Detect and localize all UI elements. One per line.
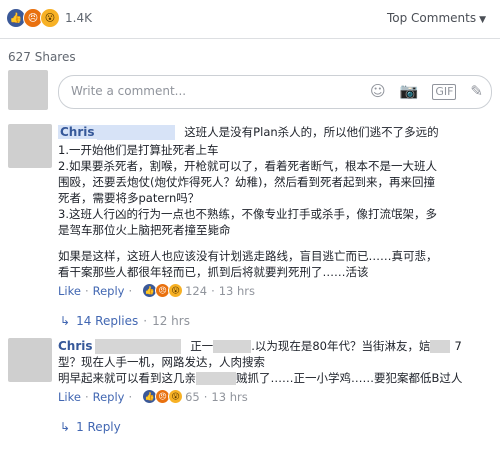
replies-timestamp: 12 hrs xyxy=(152,314,190,328)
avatar xyxy=(8,70,48,110)
wow-reaction-icon: 😮 xyxy=(168,389,184,404)
comment-line: 2.如果要杀死者，割喉，开枪就可以了，看着死者断气，根本不是一大班人 xyxy=(58,159,437,173)
comment-reaction-count: 65 xyxy=(185,389,200,404)
comment-reactions[interactable]: 👍 😠 😮 xyxy=(142,389,184,404)
reply-arrow-icon: ↳ xyxy=(60,314,71,328)
commenter-name[interactable]: Chris xyxy=(58,339,93,353)
comment-composer: Write a comment... ☺ 📷 GIF ✎ xyxy=(8,68,492,118)
comment-timestamp[interactable]: 13 hrs xyxy=(219,284,255,298)
comment-line: 围殴，还要丢炮仗(炮仗炸得死人？幼稚)，然后看到死者起到来，再来回撞 xyxy=(58,175,435,189)
shares-count[interactable]: 627 Shares xyxy=(8,50,76,64)
comment-text: 7 xyxy=(454,339,462,353)
name-redaction xyxy=(94,339,181,354)
top-comments-label: Top Comments xyxy=(386,11,477,25)
comment-line: 是驾车那位火上脑把死者撞至毙命 xyxy=(58,223,231,237)
comment-actions: Like · Reply · 👍 😠 😮 65 · 13 hrs xyxy=(58,389,248,404)
reaction-summary[interactable]: 👍 😠 😮 1.4K xyxy=(6,8,92,28)
sticker-icon[interactable]: ✎ xyxy=(470,82,483,100)
comment-text: 这班人是没有Plan杀人的，所以他们逃不了多远的 xyxy=(184,125,439,139)
comment-line: 死者，需要将多patern吗？ xyxy=(58,191,200,205)
reaction-count: 1.4K xyxy=(65,11,92,25)
camera-icon[interactable]: 📷 xyxy=(400,82,419,100)
like-link[interactable]: Like xyxy=(58,390,81,404)
text-redaction xyxy=(196,372,236,385)
comment-line: 型？现在人手一机，网路发达，人肉搜索 xyxy=(58,355,265,369)
comment-text: 贼抓了……正一小学鸡……要犯案都低B过人 xyxy=(236,371,463,385)
comment-input[interactable]: Write a comment... ☺ 📷 GIF ✎ xyxy=(58,75,492,109)
comment-text: 明早起来就可以看到这几亲 xyxy=(58,371,196,385)
text-redaction xyxy=(213,340,252,353)
reply-arrow-icon: ↳ xyxy=(60,420,71,434)
comment-line: 如果是这样，这班人也应该没有计划逃走路线，盲目逃亡而已……真可悲， xyxy=(58,249,438,263)
reaction-bar: 👍 😠 😮 1.4K Top Comments ▼ xyxy=(0,0,500,39)
emoji-icon[interactable]: ☺ xyxy=(370,82,386,100)
chevron-down-icon: ▼ xyxy=(479,15,486,25)
comment-text: .以为现在是80年代？当街淋友，娮 xyxy=(251,339,431,353)
gif-icon[interactable]: GIF xyxy=(432,84,457,100)
wow-reaction-icon: 😮 xyxy=(40,8,60,28)
name-redaction xyxy=(96,125,175,140)
comment-line: 1.一开始他们是打算扯死者上车 xyxy=(58,143,219,157)
reply-link[interactable]: Reply xyxy=(93,284,125,298)
comment-reaction-count: 124 xyxy=(185,283,208,298)
avatar[interactable] xyxy=(8,124,52,168)
comment-actions: Like · Reply · 👍 😠 😮 124 · 13 hrs xyxy=(58,283,256,298)
avatar[interactable] xyxy=(8,338,52,382)
commenter-name[interactable]: Chris xyxy=(58,125,97,139)
comment-reactions[interactable]: 👍 😠 😮 xyxy=(142,283,184,298)
comment-text: 正一 xyxy=(190,339,214,353)
text-redaction xyxy=(430,340,451,353)
like-link[interactable]: Like xyxy=(58,284,81,298)
reply-link[interactable]: Reply xyxy=(93,390,125,404)
comment-input-placeholder: Write a comment... xyxy=(71,84,187,98)
replies-count: 14 Replies xyxy=(76,314,139,328)
comment-timestamp[interactable]: 13 hrs xyxy=(211,390,247,404)
view-replies-link[interactable]: ↳ 14 Replies · 12 hrs xyxy=(60,314,190,328)
comment-line: 看干案那些人都很年轻而已，抓到后将就要判死刑了……活该 xyxy=(58,265,369,279)
replies-count: 1 Reply xyxy=(76,420,121,434)
view-replies-link[interactable]: ↳ 1 Reply xyxy=(60,420,121,434)
composer-icons: ☺ 📷 GIF ✎ xyxy=(370,82,483,100)
top-comments-dropdown[interactable]: Top Comments ▼ xyxy=(387,11,486,25)
wow-reaction-icon: 😮 xyxy=(168,283,184,298)
comment-line: 3.这班人行凶的行为一点也不熟练，不像专业打手或杀手，像打流氓架，多 xyxy=(58,207,437,221)
